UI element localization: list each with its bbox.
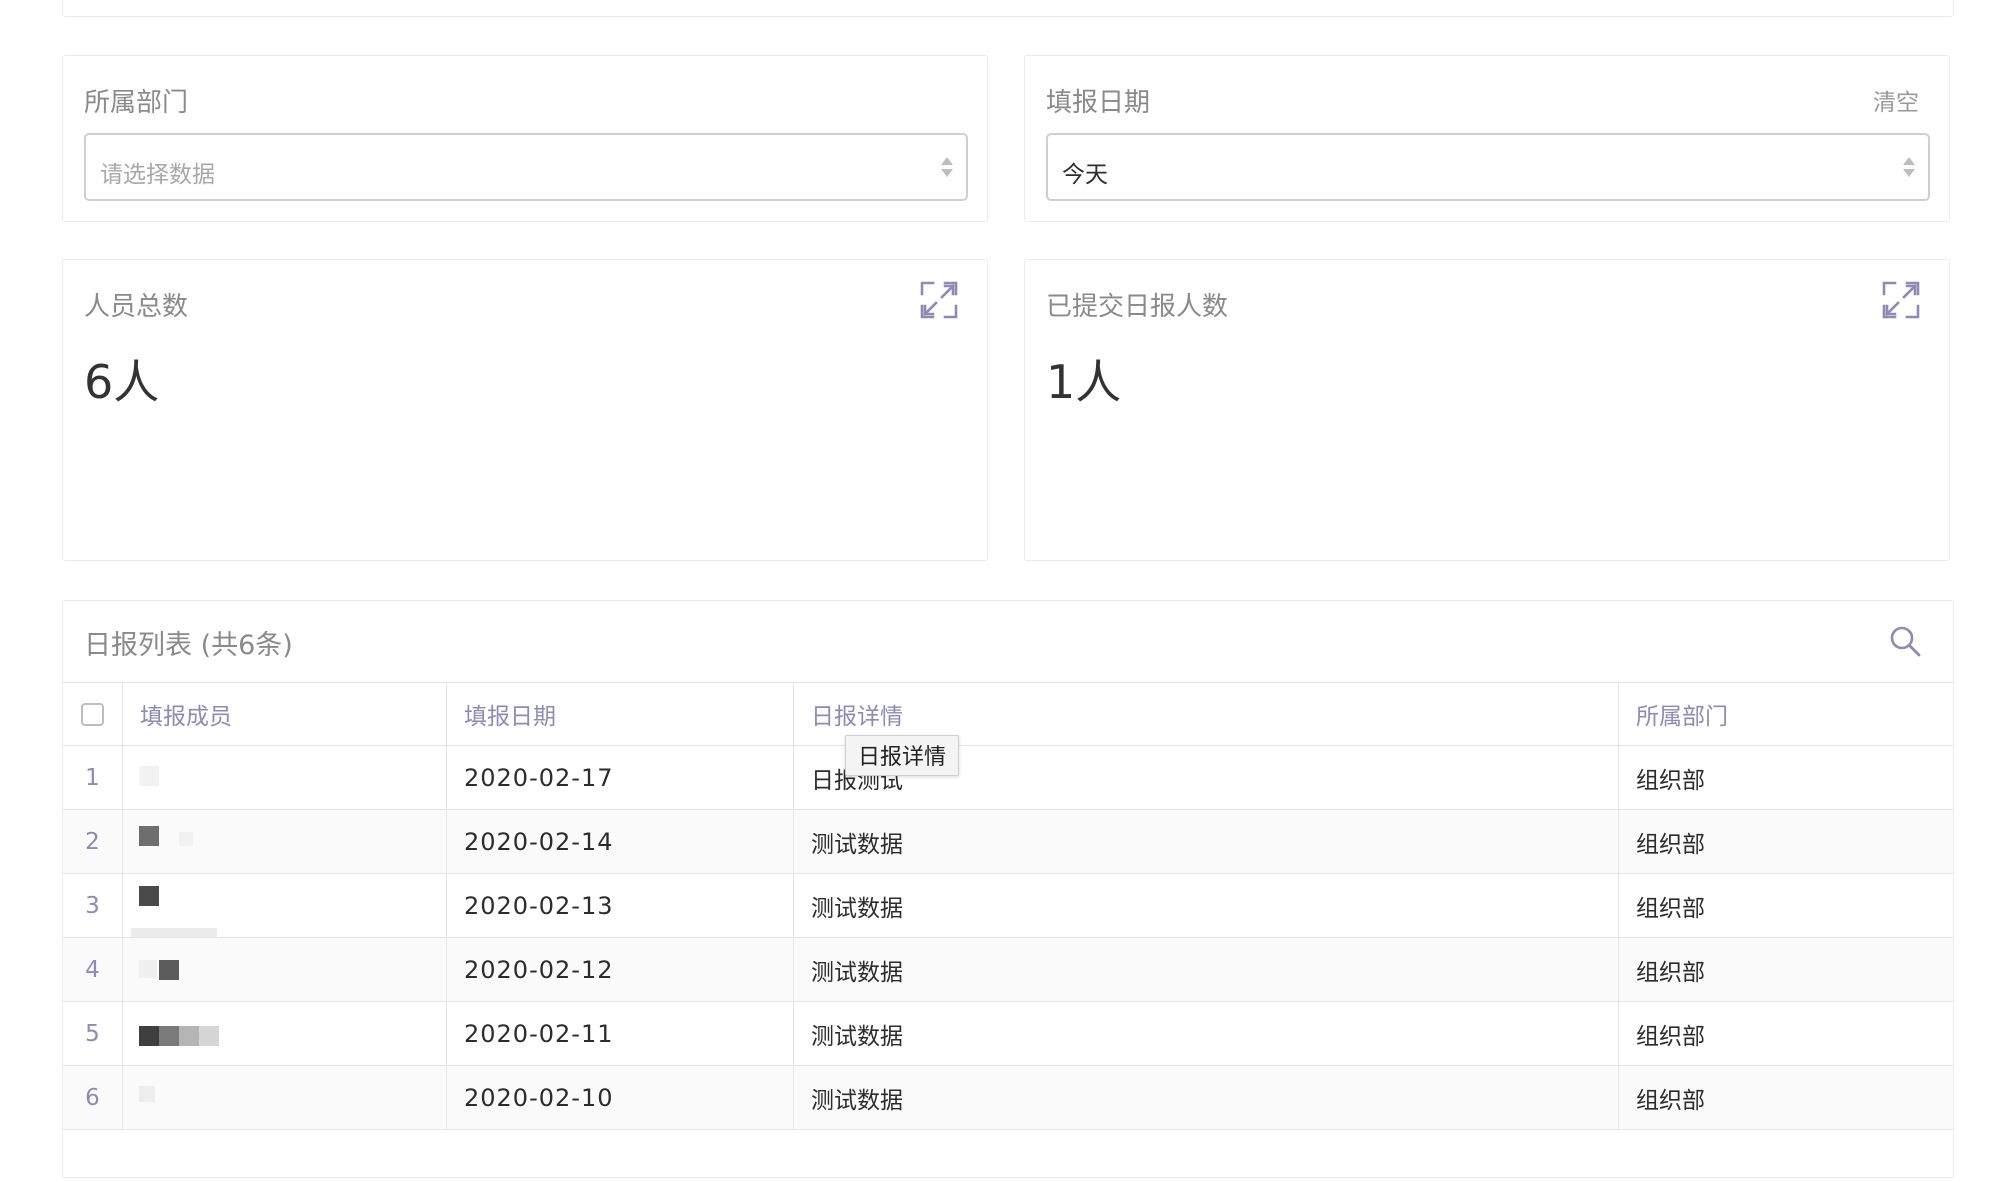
report-department: 组织部 <box>1636 1023 1705 1050</box>
date-select[interactable]: 今天 <box>1046 133 1930 201</box>
table-row[interactable]: 6 2020-02-10 测试数据 组织部 <box>63 1066 1953 1130</box>
department-filter-card: 所属部门 请选择数据 <box>62 55 988 222</box>
table-row[interactable]: 2 2020-02-14 测试数据 组织部 <box>63 810 1953 874</box>
report-date: 2020-02-17 <box>447 746 794 809</box>
total-staff-label: 人员总数 <box>84 292 189 322</box>
member-name-redacted <box>123 938 447 1001</box>
member-name-redacted <box>123 1002 447 1065</box>
report-department: 组织部 <box>1636 959 1705 986</box>
report-detail[interactable]: 测试数据 <box>794 1002 1619 1065</box>
date-select-value: 今天 <box>1062 162 1108 188</box>
row-index: 6 <box>63 1066 123 1129</box>
report-list-title: 日报列表 (共6条) <box>84 630 293 661</box>
report-department: 组织部 <box>1636 895 1705 922</box>
date-filter-card: 填报日期 清空 今天 <box>1024 55 1950 222</box>
department-select-placeholder: 请选择数据 <box>100 162 215 188</box>
report-detail[interactable]: 测试数据 <box>794 874 1619 937</box>
report-list-card: 日报列表 (共6条) 填报成员 填报日期 日报详情 所属部门 1 2020-02… <box>62 600 1954 1178</box>
report-date: 2020-02-14 <box>447 810 794 873</box>
top-card-partial <box>62 0 1954 17</box>
report-department: 组织部 <box>1636 831 1705 858</box>
row-index: 5 <box>63 1002 123 1065</box>
member-name-redacted <box>123 1066 447 1129</box>
member-name-redacted <box>123 810 447 873</box>
member-name-redacted <box>123 874 447 937</box>
table-row[interactable]: 5 2020-02-11 测试数据 组织部 <box>63 1002 1953 1066</box>
detail-tooltip: 日报详情 <box>845 735 960 776</box>
report-date: 2020-02-12 <box>447 938 794 1001</box>
select-all-cell <box>63 683 123 745</box>
select-arrows-icon <box>940 153 954 183</box>
report-date: 2020-02-11 <box>447 1002 794 1065</box>
total-staff-value: 6人 <box>84 355 160 409</box>
submitted-count-card: 已提交日报人数 1人 <box>1024 259 1950 561</box>
total-staff-card: 人员总数 6人 <box>62 259 988 561</box>
department-filter-label: 所属部门 <box>84 88 189 118</box>
report-detail[interactable]: 测试数据 <box>794 1066 1619 1129</box>
submitted-count-label: 已提交日报人数 <box>1046 292 1229 322</box>
expand-icon[interactable] <box>1881 280 1921 320</box>
row-index: 1 <box>63 746 123 809</box>
report-table: 填报成员 填报日期 日报详情 所属部门 1 2020-02-17 日报测试 组织… <box>63 682 1953 1130</box>
date-filter-label: 填报日期 <box>1046 88 1151 118</box>
row-index: 4 <box>63 938 123 1001</box>
expand-icon[interactable] <box>919 280 959 320</box>
member-name-redacted <box>123 746 447 809</box>
column-header-department[interactable]: 所属部门 <box>1619 683 1953 745</box>
report-department: 组织部 <box>1636 767 1705 794</box>
select-all-checkbox[interactable] <box>81 702 104 726</box>
dashboard-page: 所属部门 请选择数据 填报日期 清空 今天 人员总数 6人 已提交日报人数 1人… <box>0 0 1996 1182</box>
table-row[interactable]: 3 2020-02-13 测试数据 组织部 <box>63 874 1953 938</box>
column-header-date[interactable]: 填报日期 <box>447 683 794 745</box>
report-department: 组织部 <box>1636 1087 1705 1114</box>
search-icon[interactable] <box>1887 623 1923 659</box>
select-arrows-icon <box>1902 153 1916 183</box>
report-detail[interactable]: 测试数据 <box>794 810 1619 873</box>
table-row[interactable]: 4 2020-02-12 测试数据 组织部 <box>63 938 1953 1002</box>
report-detail[interactable]: 测试数据 <box>794 938 1619 1001</box>
table-row[interactable]: 1 2020-02-17 日报测试 组织部 <box>63 746 1953 810</box>
report-date: 2020-02-13 <box>447 874 794 937</box>
submitted-count-value: 1人 <box>1046 355 1122 409</box>
column-header-member[interactable]: 填报成员 <box>123 683 447 745</box>
department-select[interactable]: 请选择数据 <box>84 133 968 201</box>
row-index: 3 <box>63 874 123 937</box>
report-date: 2020-02-10 <box>447 1066 794 1129</box>
table-header-row: 填报成员 填报日期 日报详情 所属部门 <box>63 683 1953 746</box>
row-index: 2 <box>63 810 123 873</box>
clear-button[interactable]: 清空 <box>1873 83 1919 117</box>
